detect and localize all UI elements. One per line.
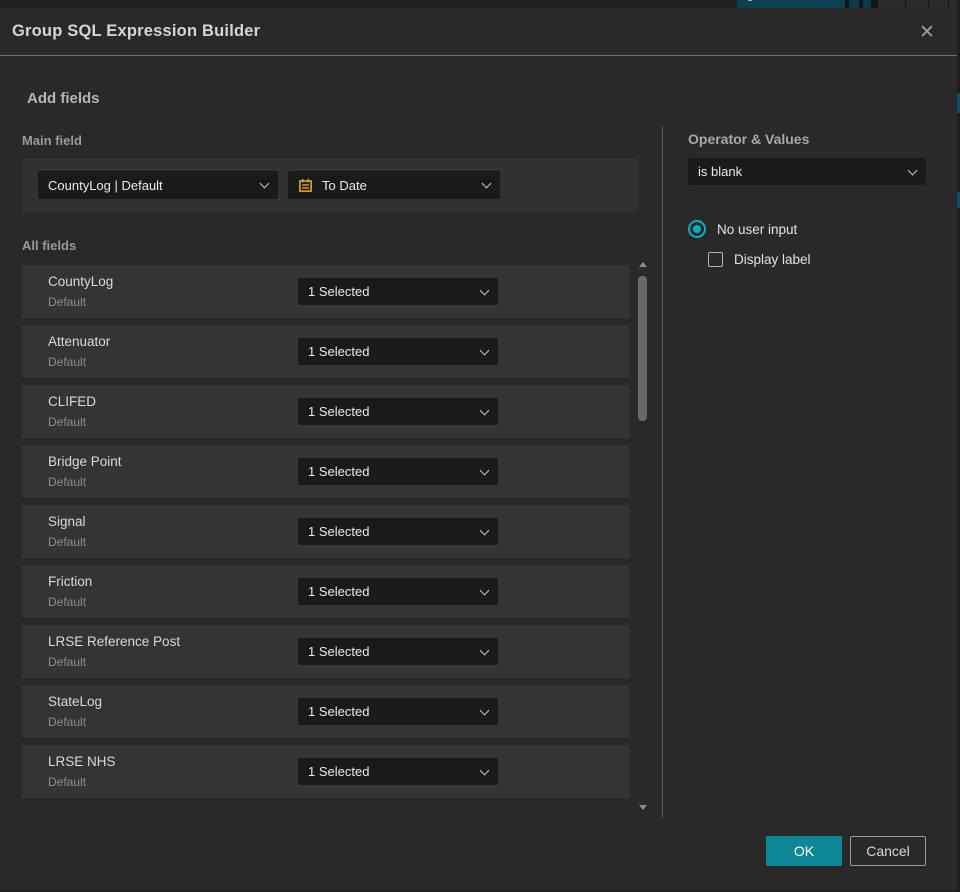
main-field-select[interactable]: CountyLog | Default	[38, 171, 278, 199]
operator-values-heading: Operator & Values	[688, 131, 810, 147]
chevron-down-icon	[479, 345, 490, 355]
row-field-name: Attenuator	[48, 334, 111, 349]
selected-count-value: 1 Selected	[308, 644, 370, 659]
selected-count-select[interactable]: 1 Selected	[298, 518, 498, 545]
backdrop-teal-fragment	[863, 0, 871, 8]
row-field-source: Default	[48, 415, 87, 429]
chevron-down-icon	[479, 645, 490, 655]
cancel-button[interactable]: Cancel	[850, 836, 926, 866]
ok-button[interactable]: OK	[766, 836, 842, 866]
radio-icon	[688, 220, 706, 238]
group-sql-expression-builder-dialog: Group SQL Expression Builder ✕ Add field…	[0, 8, 957, 890]
field-row: CLIFED Default 1 Selected	[22, 385, 630, 438]
selected-count-select[interactable]: 1 Selected	[298, 338, 498, 365]
selected-count-select[interactable]: 1 Selected	[298, 698, 498, 725]
close-button[interactable]: ✕	[913, 18, 941, 46]
field-row: Bridge Point Default 1 Selected	[22, 445, 630, 498]
add-fields-heading: Add fields	[27, 90, 100, 107]
selected-count-value: 1 Selected	[308, 524, 370, 539]
row-field-name: LRSE Reference Post	[48, 634, 181, 649]
scroll-down-arrow-icon[interactable]	[639, 805, 647, 810]
live-view-toggle: Live view	[737, 0, 845, 8]
chevron-down-icon	[259, 178, 270, 189]
row-field-source: Default	[48, 715, 87, 729]
chevron-down-icon	[907, 165, 918, 175]
chevron-down-icon	[479, 405, 490, 415]
row-field-source: Default	[48, 475, 87, 489]
row-field-source: Default	[48, 595, 87, 609]
row-field-source: Default	[48, 355, 87, 369]
field-row: LRSE NHS Default 1 Selected	[22, 745, 630, 798]
chevron-down-icon	[479, 525, 490, 535]
field-row: Attenuator Default 1 Selected	[22, 325, 630, 378]
all-fields-label: All fields	[22, 238, 77, 253]
dialog-titlebar: Group SQL Expression Builder ✕	[0, 8, 957, 56]
selected-count-select[interactable]: 1 Selected	[298, 638, 498, 665]
field-row: Friction Default 1 Selected	[22, 565, 630, 618]
row-field-name: Signal	[48, 514, 86, 529]
backdrop-app-strip: Live view	[0, 0, 960, 8]
operator-select-value: is blank	[698, 164, 743, 179]
selected-count-value: 1 Selected	[308, 584, 370, 599]
selected-count-select[interactable]: 1 Selected	[298, 758, 498, 785]
row-field-source: Default	[48, 295, 87, 309]
selected-count-select[interactable]: 1 Selected	[298, 458, 498, 485]
calendar-icon	[299, 178, 312, 192]
toolbar-separator	[905, 0, 906, 8]
row-field-name: StateLog	[48, 694, 103, 709]
scrollbar-thumb[interactable]	[638, 276, 647, 421]
no-user-input-radio[interactable]: No user input	[688, 220, 797, 238]
live-view-label: Live view	[762, 0, 807, 3]
selected-count-value: 1 Selected	[308, 344, 370, 359]
selected-count-value: 1 Selected	[308, 764, 370, 779]
chevron-down-icon	[479, 285, 490, 295]
field-row: LRSE Reference Post Default 1 Selected	[22, 625, 630, 678]
list-scrollbar[interactable]	[638, 260, 648, 812]
display-label-checkbox[interactable]: Display label	[708, 252, 811, 267]
main-field-panel: CountyLog | Default To Date	[22, 158, 638, 212]
operator-select[interactable]: is blank	[688, 158, 926, 185]
row-field-name: Friction	[48, 574, 93, 589]
toggle-knob-icon	[746, 0, 754, 1]
row-field-source: Default	[48, 775, 87, 789]
chevron-down-icon	[479, 465, 490, 475]
selected-count-value: 1 Selected	[308, 704, 370, 719]
chevron-down-icon	[481, 178, 492, 189]
selected-count-select[interactable]: 1 Selected	[298, 398, 498, 425]
chevron-down-icon	[479, 585, 490, 595]
toolbar-separator	[948, 0, 949, 8]
no-user-input-label: No user input	[717, 221, 798, 237]
selected-count-value: 1 Selected	[308, 404, 370, 419]
main-field-select-value: CountyLog | Default	[48, 177, 163, 193]
row-field-name: LRSE NHS	[48, 754, 116, 769]
main-field-label: Main field	[22, 133, 82, 148]
row-field-name: CountyLog	[48, 274, 114, 289]
toolbar-separator	[928, 0, 929, 8]
scroll-up-arrow-icon[interactable]	[639, 262, 647, 267]
row-field-name: CLIFED	[48, 394, 97, 409]
selected-count-value: 1 Selected	[308, 464, 370, 479]
checkbox-icon	[708, 252, 723, 267]
row-field-source: Default	[48, 655, 87, 669]
radio-dot-icon	[693, 225, 701, 233]
dialog-title: Group SQL Expression Builder	[12, 22, 261, 40]
panel-divider	[662, 126, 663, 818]
selected-count-select[interactable]: 1 Selected	[298, 578, 498, 605]
all-fields-list: CountyLog Default 1 Selected Attenuator …	[22, 265, 630, 810]
chevron-down-icon	[479, 765, 490, 775]
row-field-name: Bridge Point	[48, 454, 122, 469]
row-field-source: Default	[48, 535, 87, 549]
field-type-select-value: To Date	[322, 177, 367, 193]
selected-count-select[interactable]: 1 Selected	[298, 278, 498, 305]
field-row: Signal Default 1 Selected	[22, 505, 630, 558]
field-type-select[interactable]: To Date	[288, 171, 500, 199]
field-row: StateLog Default 1 Selected	[22, 685, 630, 738]
display-label-text: Display label	[734, 252, 811, 267]
chevron-down-icon	[479, 705, 490, 715]
selected-count-value: 1 Selected	[308, 284, 370, 299]
field-row: CountyLog Default 1 Selected	[22, 265, 630, 318]
backdrop-teal-fragment	[849, 0, 859, 8]
close-icon: ✕	[919, 21, 935, 43]
